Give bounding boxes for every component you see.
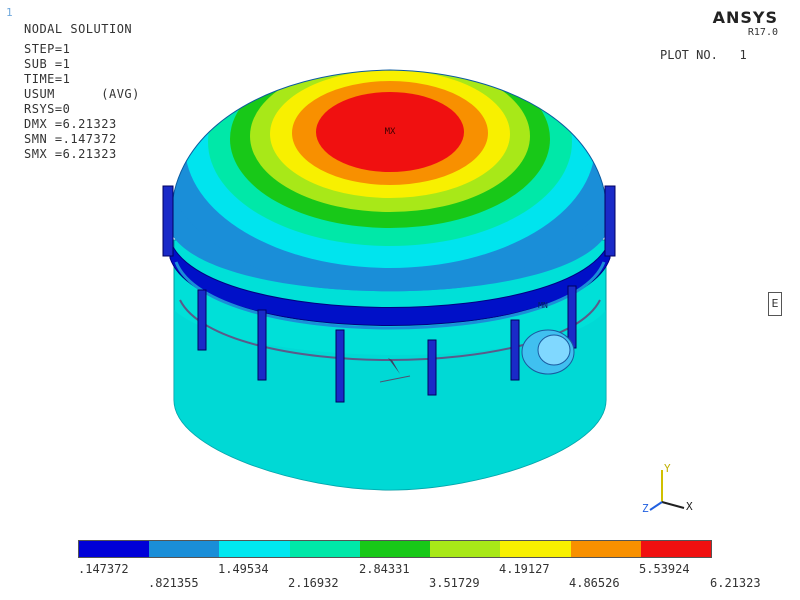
legend-swatch xyxy=(79,541,150,557)
legend-swatch xyxy=(219,541,290,557)
legend-label: 4.86526 xyxy=(569,576,620,590)
legend-swatch xyxy=(430,541,501,557)
legend-label: 4.19127 xyxy=(499,562,550,576)
legend-label: 3.51729 xyxy=(429,576,480,590)
legend-label: 1.49534 xyxy=(218,562,269,576)
legend-label: 2.84331 xyxy=(359,562,410,576)
legend-swatch xyxy=(359,541,431,557)
legend-swatch xyxy=(149,541,220,557)
min-marker: MN xyxy=(538,301,548,310)
legend-label: 6.21323 xyxy=(710,576,761,590)
legend-swatch xyxy=(570,541,641,557)
z-axis xyxy=(649,501,663,511)
edge-tag: E xyxy=(768,292,782,316)
legend-label: 2.16932 xyxy=(288,576,339,590)
legend-swatch xyxy=(500,541,571,557)
legend-color-bar xyxy=(78,540,712,558)
legend-label: 5.53924 xyxy=(639,562,690,576)
contour-legend: .147372 .821355 1.49534 2.16932 2.84331 … xyxy=(78,540,798,594)
z-label: Z xyxy=(642,502,649,515)
legend-label: .147372 xyxy=(78,562,129,576)
x-axis xyxy=(661,501,685,509)
nozzle xyxy=(521,329,575,375)
model-viewport[interactable]: MX MN xyxy=(0,0,800,530)
y-label: Y xyxy=(664,462,671,475)
legend-swatch xyxy=(640,541,711,557)
max-marker: MX xyxy=(385,127,396,137)
coordinate-triad: Y X Z xyxy=(642,462,693,515)
legend-swatch xyxy=(289,541,360,557)
x-label: X xyxy=(686,500,693,513)
legend-label: .821355 xyxy=(148,576,199,590)
legend-labels: .147372 .821355 1.49534 2.16932 2.84331 … xyxy=(78,558,798,594)
